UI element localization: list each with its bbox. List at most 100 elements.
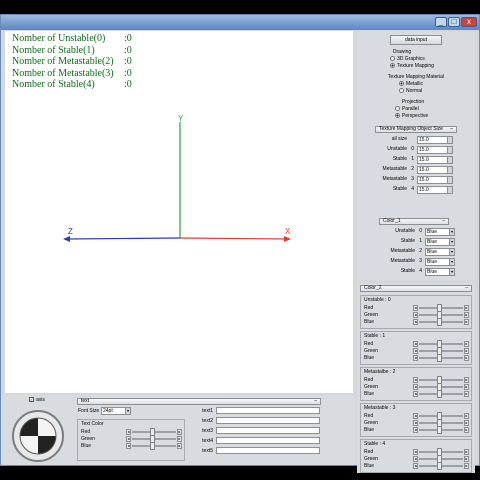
scroll-right-icon[interactable]: ▸ bbox=[177, 443, 182, 449]
scroll-right-icon[interactable]: ▸ bbox=[464, 420, 469, 426]
color1-select[interactable]: Blue ▾ bbox=[425, 238, 455, 246]
size-spinner[interactable]: 15.0 bbox=[417, 146, 453, 154]
scroll-right-icon[interactable]: ▸ bbox=[177, 436, 182, 442]
scroll-right-icon[interactable]: ▸ bbox=[464, 463, 469, 469]
text-field-input[interactable] bbox=[216, 407, 320, 414]
size-spinner[interactable]: 15.0 bbox=[417, 156, 453, 164]
scroll-left-icon[interactable]: ◂ bbox=[413, 391, 418, 397]
text-field-input[interactable] bbox=[216, 437, 320, 444]
spin-arrows-icon[interactable] bbox=[447, 187, 452, 193]
text-field-input[interactable] bbox=[216, 427, 320, 434]
color1-select[interactable]: Blue ▾ bbox=[425, 228, 455, 236]
text-field-input[interactable] bbox=[216, 417, 320, 424]
spin-arrows-icon[interactable] bbox=[447, 157, 452, 163]
color1-select[interactable]: Blue ▾ bbox=[425, 258, 455, 266]
size-spinner[interactable]: 15.0 bbox=[417, 186, 453, 194]
scroll-left-icon[interactable]: ◂ bbox=[413, 384, 418, 390]
channel-label: Blue bbox=[364, 463, 375, 469]
size-group-header[interactable]: Texture Mapping Object Size – bbox=[375, 126, 457, 133]
color-slider[interactable]: ◂ ▸ bbox=[413, 354, 469, 362]
scroll-left-icon[interactable]: ◂ bbox=[413, 427, 418, 433]
scroll-left-icon[interactable]: ◂ bbox=[413, 456, 418, 462]
scroll-left-icon[interactable]: ◂ bbox=[413, 463, 418, 469]
drawing-option-texture[interactable]: Texture Mapping bbox=[390, 63, 434, 69]
scroll-right-icon[interactable]: ▸ bbox=[464, 319, 469, 325]
scroll-left-icon[interactable]: ◂ bbox=[413, 341, 418, 347]
material-option-metallic[interactable]: Metallic bbox=[399, 81, 423, 87]
scroll-right-icon[interactable]: ▸ bbox=[464, 341, 469, 347]
scroll-left-icon[interactable]: ◂ bbox=[413, 348, 418, 354]
rotation-gizmo-icon[interactable] bbox=[11, 409, 65, 463]
size-group-title: Texture Mapping Object Size bbox=[379, 126, 443, 132]
color2-group: Stable : 4 Red ◂ ▸ Green ◂ ▸ Blue ◂ ▸ bbox=[360, 439, 472, 473]
projection-option-parallel[interactable]: Parallel bbox=[395, 106, 419, 112]
channel-label: Red bbox=[364, 377, 374, 383]
text-color-slider[interactable]: ◂ ▸ bbox=[126, 442, 182, 450]
spin-arrows-icon[interactable] bbox=[447, 147, 452, 153]
color1-select[interactable]: Blue ▾ bbox=[425, 268, 455, 276]
projection-option-perspective[interactable]: Perspective bbox=[395, 113, 428, 119]
3d-viewport[interactable]: Nomber of Unstable(0):0 Nomber of Stable… bbox=[5, 31, 353, 393]
option-label: 3D Graphics bbox=[397, 56, 425, 62]
y-axis-label: Y bbox=[178, 114, 184, 123]
slider-thumb[interactable] bbox=[436, 426, 442, 434]
spin-arrows-icon[interactable] bbox=[447, 177, 452, 183]
scroll-right-icon[interactable]: ▸ bbox=[464, 355, 469, 361]
channel-label: Red bbox=[364, 413, 374, 419]
material-option-normal[interactable]: Normal bbox=[399, 88, 422, 94]
size-row: Stable 1 15.0 bbox=[375, 156, 465, 164]
scroll-left-icon[interactable]: ◂ bbox=[126, 429, 131, 435]
color-slider[interactable]: ◂ ▸ bbox=[413, 462, 469, 470]
scroll-left-icon[interactable]: ◂ bbox=[413, 413, 418, 419]
scroll-left-icon[interactable]: ◂ bbox=[413, 449, 418, 455]
axis-checkbox[interactable]: ✓ axis bbox=[29, 397, 45, 403]
scroll-left-icon[interactable]: ◂ bbox=[413, 377, 418, 383]
text-group-header[interactable]: text – bbox=[77, 398, 321, 405]
scroll-right-icon[interactable]: ▸ bbox=[177, 429, 182, 435]
scroll-left-icon[interactable]: ◂ bbox=[126, 443, 131, 449]
slider-thumb[interactable] bbox=[436, 462, 442, 470]
scroll-left-icon[interactable]: ◂ bbox=[413, 319, 418, 325]
scroll-right-icon[interactable]: ▸ bbox=[464, 413, 469, 419]
data-input-button[interactable]: data input bbox=[390, 35, 442, 45]
close-button[interactable]: x bbox=[461, 17, 477, 27]
spin-arrows-icon[interactable] bbox=[447, 137, 452, 143]
drawing-option-3d[interactable]: 3D Graphics bbox=[390, 56, 425, 62]
scroll-right-icon[interactable]: ▸ bbox=[464, 377, 469, 383]
channel-label: Blue bbox=[364, 319, 375, 325]
slider-thumb[interactable] bbox=[436, 318, 442, 326]
scroll-right-icon[interactable]: ▸ bbox=[464, 312, 469, 318]
color-slider[interactable]: ◂ ▸ bbox=[413, 318, 469, 326]
text-field-input[interactable] bbox=[216, 447, 320, 454]
scroll-left-icon[interactable]: ◂ bbox=[413, 312, 418, 318]
chevron-down-icon: ▾ bbox=[449, 269, 454, 275]
color2-header[interactable]: Color_2 – bbox=[360, 285, 472, 292]
spin-arrows-icon[interactable] bbox=[447, 167, 452, 173]
scroll-right-icon[interactable]: ▸ bbox=[464, 348, 469, 354]
slider-thumb[interactable] bbox=[436, 354, 442, 362]
color1-select[interactable]: Blue ▾ bbox=[425, 248, 455, 256]
size-spinner[interactable]: 15.0 bbox=[417, 166, 453, 174]
scroll-left-icon[interactable]: ◂ bbox=[413, 305, 418, 311]
scroll-left-icon[interactable]: ◂ bbox=[413, 355, 418, 361]
slider-thumb[interactable] bbox=[436, 390, 442, 398]
scroll-right-icon[interactable]: ▸ bbox=[464, 449, 469, 455]
scroll-left-icon[interactable]: ◂ bbox=[126, 436, 131, 442]
channel-label: Green bbox=[364, 312, 378, 318]
scroll-right-icon[interactable]: ▸ bbox=[464, 305, 469, 311]
slider-thumb[interactable] bbox=[149, 442, 155, 450]
color-slider[interactable]: ◂ ▸ bbox=[413, 390, 469, 398]
size-spinner[interactable]: 15.0 bbox=[417, 176, 453, 184]
maximize-button[interactable]: □ bbox=[448, 17, 460, 27]
color1-row: Unstable 0 Blue ▾ bbox=[375, 228, 465, 236]
scroll-right-icon[interactable]: ▸ bbox=[464, 427, 469, 433]
font-size-select[interactable]: 24pt ▾ bbox=[101, 407, 131, 415]
minimize-button[interactable]: _ bbox=[435, 17, 447, 27]
color-slider[interactable]: ◂ ▸ bbox=[413, 426, 469, 434]
scroll-right-icon[interactable]: ▸ bbox=[464, 384, 469, 390]
scroll-right-icon[interactable]: ▸ bbox=[464, 456, 469, 462]
scroll-left-icon[interactable]: ◂ bbox=[413, 420, 418, 426]
color1-header[interactable]: Color_1 – bbox=[379, 218, 449, 225]
scroll-right-icon[interactable]: ▸ bbox=[464, 391, 469, 397]
size-all-spinner[interactable]: 15.0 bbox=[417, 136, 453, 144]
